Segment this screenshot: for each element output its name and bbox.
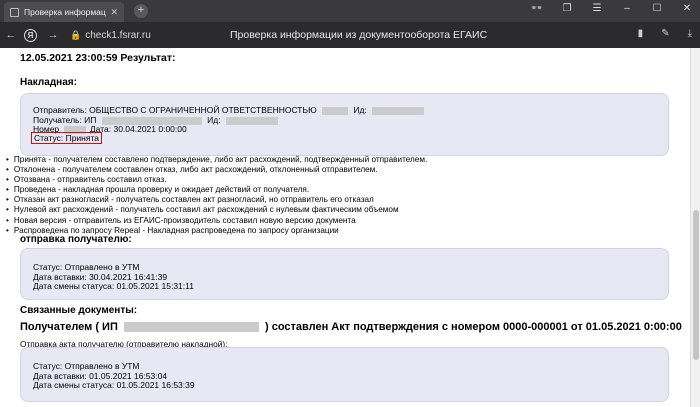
- redacted-block: [123, 322, 259, 333]
- status-highlight: Статус: Принята: [31, 132, 102, 144]
- redacted-block: [322, 106, 349, 115]
- menu-icon[interactable]: ☰: [590, 3, 604, 14]
- invoice-heading: Накладная:: [20, 77, 77, 88]
- sending-heading: отправка получателю:: [20, 234, 132, 245]
- related-changed: Дата смены статуса: 01.05.2021 16:53:39: [33, 380, 195, 390]
- legend-item: Принята - получателем составлено подтвер…: [6, 155, 427, 165]
- browser-tab[interactable]: Проверка информаци ✕: [4, 2, 124, 22]
- related-suffix: ) составлен Акт подтверждения с номером …: [265, 321, 682, 333]
- related-document-title: Получателем ( ИП ) составлен Акт подтвер…: [20, 321, 682, 333]
- result-heading: 12.05.2021 23:00:59 Результат:: [20, 52, 176, 64]
- new-tab-button[interactable]: +: [134, 4, 148, 18]
- sender-line: Отправитель: ОБЩЕСТВО С ОГРАНИЧЕННОЙ ОТВ…: [33, 105, 425, 115]
- receiver-id-label: Ид:: [207, 115, 221, 125]
- legend-item: Нулевой акт расхождений - получатель сос…: [6, 205, 427, 215]
- maximize-icon[interactable]: ☐: [650, 3, 664, 14]
- page-favicon-icon: [10, 7, 19, 17]
- sending-status: Статус: Отправлено в УТМ: [33, 262, 140, 272]
- sending-changed: Дата смены статуса: 01.05.2021 15:31:11: [33, 281, 194, 291]
- legend-item: Отклонена - получателем составлен отказ,…: [6, 165, 427, 175]
- invoice-panel: Отправитель: ОБЩЕСТВО С ОГРАНИЧЕННОЙ ОТВ…: [20, 93, 669, 156]
- redacted-block: [225, 116, 278, 125]
- tabs-icon[interactable]: ❐: [560, 3, 574, 14]
- redacted-block: [372, 106, 425, 115]
- scrollbar-thumb[interactable]: [693, 210, 699, 360]
- legend-item: Проведена - накладная прошла проверку и …: [6, 185, 427, 195]
- status-legend: Принята - получателем составлено подтвер…: [6, 155, 427, 236]
- lock-icon[interactable]: 🔒: [70, 30, 81, 41]
- legend-item: Новая версия - отправитель из ЕГАИС-прои…: [6, 216, 427, 226]
- sender-id-label: Ид:: [353, 105, 367, 115]
- address-bar: ← Я → 🔒 check1.fsrar.ru Проверка информа…: [0, 22, 700, 48]
- window-controls: 👓 ❐ ☰ – ☐ ✕: [530, 3, 694, 14]
- sending-panel: Статус: Отправлено в УТМ Дата вставки: 3…: [20, 248, 669, 300]
- date-text: Дата: 30.04.2021 0:00:00: [89, 124, 187, 134]
- address-bar-actions: ▮ ✎ ⤓: [638, 28, 692, 39]
- page-title: Проверка информации из документооборота …: [230, 29, 488, 41]
- sender-label: Отправитель: ОБЩЕСТВО С ОГРАНИЧЕННОЙ ОТВ…: [33, 105, 317, 115]
- back-button[interactable]: ←: [0, 29, 22, 41]
- close-window-icon[interactable]: ✕: [680, 3, 694, 14]
- incognito-glasses-icon[interactable]: 👓: [530, 3, 544, 14]
- related-heading: Связанные документы:: [20, 305, 138, 316]
- forward-button[interactable]: →: [42, 29, 64, 41]
- close-tab-icon[interactable]: ✕: [110, 7, 118, 18]
- vertical-scrollbar[interactable]: [690, 48, 700, 407]
- legend-item: Отказан акт разногласий - получатель сос…: [6, 195, 427, 205]
- downloads-icon[interactable]: ⤓: [688, 28, 692, 39]
- related-status: Статус: Отправлено в УТМ: [33, 361, 140, 371]
- page-content: 12.05.2021 23:00:59 Результат: Накладная…: [0, 48, 690, 407]
- related-prefix: Получателем ( ИП: [20, 321, 118, 333]
- legend-item: Отозвана - отправитель составил отказ.: [6, 175, 427, 185]
- related-panel: Статус: Отправлено в УТМ Дата вставки: 0…: [20, 347, 669, 402]
- tab-title: Проверка информаци: [24, 7, 107, 17]
- minimize-icon[interactable]: –: [620, 3, 634, 14]
- tab-bar: Проверка информаци ✕ + 👓 ❐ ☰ – ☐ ✕: [0, 0, 700, 22]
- extensions-icon[interactable]: ✎: [661, 28, 669, 39]
- yandex-icon[interactable]: Я: [24, 28, 37, 42]
- url-field[interactable]: check1.fsrar.ru: [85, 30, 195, 41]
- bookmark-icon[interactable]: ▮: [638, 28, 644, 39]
